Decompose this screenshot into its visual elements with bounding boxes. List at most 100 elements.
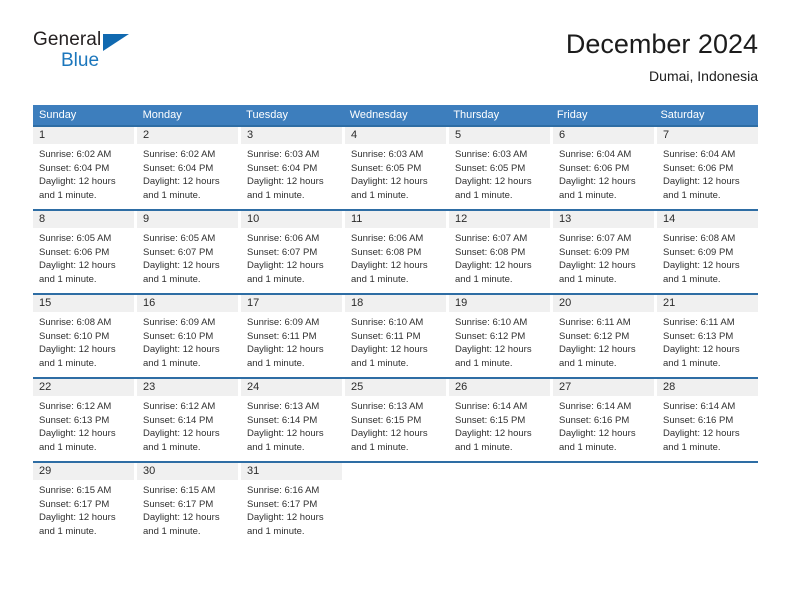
- daylight-line: Daylight: 12 hours and 1 minute.: [143, 512, 220, 537]
- day-number-band: 1: [33, 127, 134, 144]
- day-cell[interactable]: 20 Sunrise: 6:11 AM Sunset: 6:12 PM Dayl…: [553, 295, 657, 377]
- day-number: 27: [559, 381, 572, 393]
- weekday-header-row: Sunday Monday Tuesday Wednesday Thursday…: [33, 105, 758, 125]
- sunrise-line: Sunrise: 6:10 AM: [351, 317, 424, 328]
- sunrise-line: Sunrise: 6:04 AM: [663, 149, 736, 160]
- day-cell[interactable]: 5 Sunrise: 6:03 AM Sunset: 6:05 PM Dayli…: [449, 127, 553, 209]
- day-details: Sunrise: 6:03 AM Sunset: 6:05 PM Dayligh…: [345, 144, 446, 208]
- day-cell[interactable]: 16 Sunrise: 6:09 AM Sunset: 6:10 PM Dayl…: [137, 295, 241, 377]
- daylight-line: Daylight: 12 hours and 1 minute.: [455, 176, 532, 201]
- day-number-band: 9: [137, 211, 238, 228]
- day-number-band: 31: [241, 463, 342, 480]
- week-row: 22 Sunrise: 6:12 AM Sunset: 6:13 PM Dayl…: [33, 377, 758, 461]
- day-cell[interactable]: 18 Sunrise: 6:10 AM Sunset: 6:11 PM Dayl…: [345, 295, 449, 377]
- day-cell[interactable]: 26 Sunrise: 6:14 AM Sunset: 6:15 PM Dayl…: [449, 379, 553, 461]
- daylight-line: Daylight: 12 hours and 1 minute.: [39, 512, 116, 537]
- day-number-band: 26: [449, 379, 550, 396]
- daylight-line: Daylight: 12 hours and 1 minute.: [663, 344, 740, 369]
- day-number-band: 20: [553, 295, 654, 312]
- day-number: 29: [39, 465, 52, 477]
- day-cell[interactable]: 22 Sunrise: 6:12 AM Sunset: 6:13 PM Dayl…: [33, 379, 137, 461]
- day-number-band: 17: [241, 295, 342, 312]
- day-cell[interactable]: 1 Sunrise: 6:02 AM Sunset: 6:04 PM Dayli…: [33, 127, 137, 209]
- sunset-line: Sunset: 6:11 PM: [247, 330, 317, 342]
- day-cell[interactable]: 21 Sunrise: 6:11 AM Sunset: 6:13 PM Dayl…: [657, 295, 758, 377]
- day-cell[interactable]: 30 Sunrise: 6:15 AM Sunset: 6:17 PM Dayl…: [137, 463, 241, 545]
- sunset-line: Sunset: 6:08 PM: [455, 246, 526, 258]
- page-header: General Blue December 2024 Dumai, Indone…: [33, 28, 758, 98]
- day-number-band: 18: [345, 295, 446, 312]
- weekday-header-friday: Friday: [556, 109, 588, 121]
- day-number: 24: [247, 381, 260, 393]
- sunset-line: Sunset: 6:04 PM: [39, 162, 110, 174]
- day-cell[interactable]: 25 Sunrise: 6:13 AM Sunset: 6:15 PM Dayl…: [345, 379, 449, 461]
- day-cell[interactable]: 15 Sunrise: 6:08 AM Sunset: 6:10 PM Dayl…: [33, 295, 137, 377]
- day-cell[interactable]: 29 Sunrise: 6:15 AM Sunset: 6:17 PM Dayl…: [33, 463, 137, 545]
- sunrise-line: Sunrise: 6:05 AM: [39, 233, 112, 244]
- day-cell[interactable]: 19 Sunrise: 6:10 AM Sunset: 6:12 PM Dayl…: [449, 295, 553, 377]
- day-details: Sunrise: 6:15 AM Sunset: 6:17 PM Dayligh…: [137, 480, 238, 544]
- day-cell[interactable]: 23 Sunrise: 6:12 AM Sunset: 6:14 PM Dayl…: [137, 379, 241, 461]
- day-cell[interactable]: 24 Sunrise: 6:13 AM Sunset: 6:14 PM Dayl…: [241, 379, 345, 461]
- day-number-band: 29: [33, 463, 134, 480]
- day-number: 16: [143, 297, 156, 309]
- day-cell[interactable]: 3 Sunrise: 6:03 AM Sunset: 6:04 PM Dayli…: [241, 127, 345, 209]
- day-details: Sunrise: 6:10 AM Sunset: 6:12 PM Dayligh…: [449, 312, 550, 376]
- day-details: Sunrise: 6:12 AM Sunset: 6:13 PM Dayligh…: [33, 396, 134, 460]
- day-number: 14: [663, 213, 676, 225]
- day-number-band: 2: [137, 127, 238, 144]
- sunset-line: Sunset: 6:04 PM: [247, 162, 318, 174]
- day-cell[interactable]: 2 Sunrise: 6:02 AM Sunset: 6:04 PM Dayli…: [137, 127, 241, 209]
- day-details: Sunrise: 6:13 AM Sunset: 6:15 PM Dayligh…: [345, 396, 446, 460]
- week-row: 8 Sunrise: 6:05 AM Sunset: 6:06 PM Dayli…: [33, 209, 758, 293]
- sunrise-line: Sunrise: 6:05 AM: [143, 233, 216, 244]
- day-cell[interactable]: 10 Sunrise: 6:06 AM Sunset: 6:07 PM Dayl…: [241, 211, 345, 293]
- day-number-band: 8: [33, 211, 134, 228]
- day-cell[interactable]: 8 Sunrise: 6:05 AM Sunset: 6:06 PM Dayli…: [33, 211, 137, 293]
- day-details: Sunrise: 6:02 AM Sunset: 6:04 PM Dayligh…: [33, 144, 134, 208]
- day-details: Sunrise: 6:03 AM Sunset: 6:05 PM Dayligh…: [449, 144, 550, 208]
- sunrise-line: Sunrise: 6:02 AM: [39, 149, 112, 160]
- day-cell[interactable]: 12 Sunrise: 6:07 AM Sunset: 6:08 PM Dayl…: [449, 211, 553, 293]
- day-number-band: 16: [137, 295, 238, 312]
- day-cell[interactable]: 13 Sunrise: 6:07 AM Sunset: 6:09 PM Dayl…: [553, 211, 657, 293]
- sunrise-line: Sunrise: 6:03 AM: [247, 149, 320, 160]
- day-cell[interactable]: 17 Sunrise: 6:09 AM Sunset: 6:11 PM Dayl…: [241, 295, 345, 377]
- sunset-line: Sunset: 6:09 PM: [663, 246, 734, 258]
- day-cell[interactable]: 11 Sunrise: 6:06 AM Sunset: 6:08 PM Dayl…: [345, 211, 449, 293]
- brand-logo[interactable]: General Blue: [33, 30, 153, 82]
- daylight-line: Daylight: 12 hours and 1 minute.: [247, 176, 324, 201]
- day-details: Sunrise: 6:06 AM Sunset: 6:08 PM Dayligh…: [345, 228, 446, 292]
- day-number-band: 6: [553, 127, 654, 144]
- day-cell[interactable]: 31 Sunrise: 6:16 AM Sunset: 6:17 PM Dayl…: [241, 463, 345, 545]
- day-number-band: 13: [553, 211, 654, 228]
- sunset-line: Sunset: 6:16 PM: [663, 414, 734, 426]
- day-cell[interactable]: 6 Sunrise: 6:04 AM Sunset: 6:06 PM Dayli…: [553, 127, 657, 209]
- sunrise-line: Sunrise: 6:11 AM: [559, 317, 631, 328]
- day-number-band: 5: [449, 127, 550, 144]
- daylight-line: Daylight: 12 hours and 1 minute.: [663, 176, 740, 201]
- day-cell[interactable]: 7 Sunrise: 6:04 AM Sunset: 6:06 PM Dayli…: [657, 127, 758, 209]
- day-cell[interactable]: 4 Sunrise: 6:03 AM Sunset: 6:05 PM Dayli…: [345, 127, 449, 209]
- sunset-line: Sunset: 6:13 PM: [663, 330, 734, 342]
- daylight-line: Daylight: 12 hours and 1 minute.: [143, 344, 220, 369]
- day-number-band: 12: [449, 211, 550, 228]
- weekday-header-thursday: Thursday: [453, 109, 500, 121]
- day-cell[interactable]: 9 Sunrise: 6:05 AM Sunset: 6:07 PM Dayli…: [137, 211, 241, 293]
- day-number: 22: [39, 381, 52, 393]
- day-cell[interactable]: 27 Sunrise: 6:14 AM Sunset: 6:16 PM Dayl…: [553, 379, 657, 461]
- daylight-line: Daylight: 12 hours and 1 minute.: [559, 260, 636, 285]
- sunset-line: Sunset: 6:14 PM: [143, 414, 214, 426]
- daylight-line: Daylight: 12 hours and 1 minute.: [559, 428, 636, 453]
- sunset-line: Sunset: 6:14 PM: [247, 414, 318, 426]
- day-number: 13: [559, 213, 572, 225]
- brand-name-blue: Blue: [61, 50, 100, 71]
- day-details: Sunrise: 6:14 AM Sunset: 6:16 PM Dayligh…: [657, 396, 758, 460]
- sunset-line: Sunset: 6:15 PM: [455, 414, 526, 426]
- day-cell-empty: [657, 463, 758, 545]
- day-cell[interactable]: 28 Sunrise: 6:14 AM Sunset: 6:16 PM Dayl…: [657, 379, 758, 461]
- sunset-line: Sunset: 6:10 PM: [143, 330, 214, 342]
- sunrise-line: Sunrise: 6:08 AM: [39, 317, 112, 328]
- day-cell[interactable]: 14 Sunrise: 6:08 AM Sunset: 6:09 PM Dayl…: [657, 211, 758, 293]
- sunrise-line: Sunrise: 6:14 AM: [559, 401, 632, 412]
